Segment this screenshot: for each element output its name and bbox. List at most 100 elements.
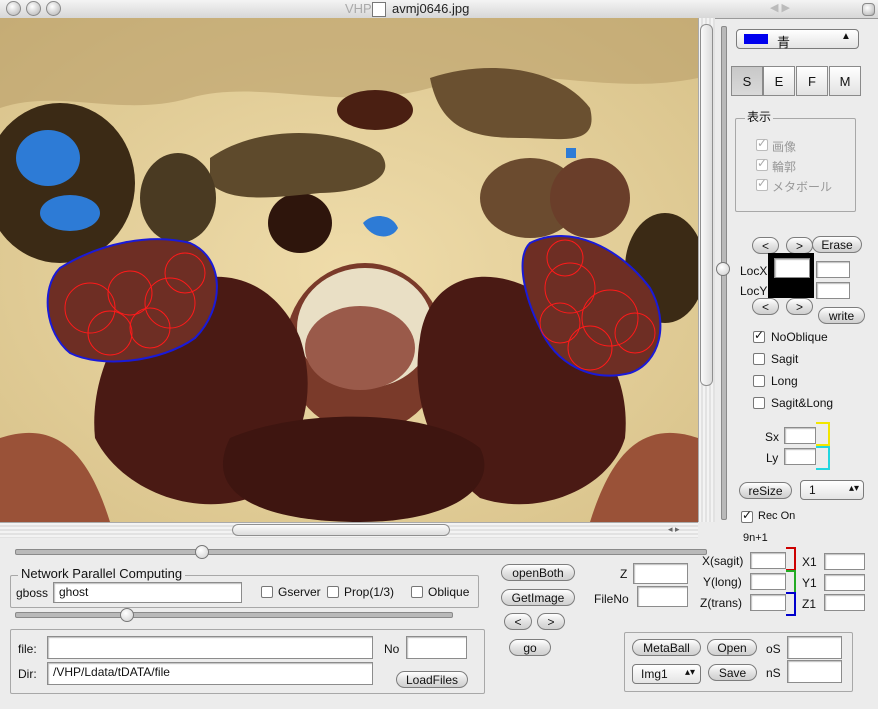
z1-field[interactable]: [824, 594, 865, 611]
network-slider-track[interactable]: [15, 612, 453, 618]
x1-field[interactable]: [824, 553, 865, 570]
checkbox-image-label: 画像: [772, 140, 797, 154]
loc-x-field[interactable]: [816, 261, 850, 278]
z-field[interactable]: [633, 563, 688, 584]
z-trans-field[interactable]: [750, 594, 786, 611]
checkbox-long[interactable]: [753, 375, 765, 387]
save-button[interactable]: Save: [708, 664, 757, 681]
checkbox-metaball[interactable]: [756, 176, 768, 191]
view-button-m[interactable]: M: [829, 66, 861, 96]
y-long-label: Y(long): [703, 575, 742, 589]
z1-label: Z1: [802, 597, 817, 611]
open-button[interactable]: Open: [707, 639, 757, 656]
sx-field[interactable]: [784, 427, 816, 444]
y1-field[interactable]: [824, 574, 865, 591]
color-select-value: 青: [777, 35, 791, 50]
ns-label: nS: [766, 666, 781, 680]
scroll-arrows-icon[interactable]: ◂ ▸: [668, 524, 680, 535]
checkbox-oblique[interactable]: [411, 586, 423, 598]
formula-label: 9n+1: [743, 532, 768, 544]
network-group-title: Network Parallel Computing: [18, 566, 186, 581]
go-button[interactable]: go: [509, 639, 551, 656]
loc-x-inner: [774, 258, 810, 278]
load-files-button[interactable]: LoadFiles: [396, 671, 468, 688]
chevron-updown-icon: ▴▾: [685, 667, 696, 678]
horizontal-scroll-thumb[interactable]: [232, 524, 450, 536]
chevron-updown-icon: ▴▾: [849, 483, 860, 494]
ly-label: Ly: [766, 451, 779, 465]
file-no-field[interactable]: [637, 586, 688, 607]
sx-bracket: [816, 422, 830, 446]
get-image-button[interactable]: GetImage: [501, 589, 575, 606]
x-sagit-bracket: [786, 547, 796, 571]
loc-prev2-button[interactable]: <: [752, 298, 779, 315]
no-field[interactable]: [406, 636, 467, 659]
checkbox-sagit-long[interactable]: [753, 397, 765, 409]
view-button-e[interactable]: E: [763, 66, 795, 96]
checkbox-sagit-long-label: Sagit&Long: [771, 396, 834, 410]
resize-select[interactable]: 1 ▴▾: [800, 480, 864, 500]
z-trans-bracket: [786, 592, 796, 616]
file-no-label: FileNo: [594, 592, 629, 606]
os-field[interactable]: [787, 636, 842, 659]
action-next-button[interactable]: >: [537, 613, 565, 630]
z-trans-label: Z(trans): [700, 596, 742, 610]
checkbox-sagit[interactable]: [753, 353, 765, 365]
checkbox-gserver-label: Gserver: [278, 585, 321, 599]
resize-button[interactable]: reSize: [739, 482, 792, 499]
checkbox-prop[interactable]: [327, 586, 339, 598]
x-sagit-field[interactable]: [750, 552, 786, 569]
checkbox-gserver[interactable]: [261, 586, 273, 598]
z-label: Z: [620, 567, 628, 581]
action-prev-button[interactable]: <: [504, 613, 532, 630]
network-slider-knob[interactable]: [120, 608, 134, 622]
view-button-f[interactable]: F: [796, 66, 828, 96]
x1-label: X1: [802, 555, 817, 569]
checkbox-image[interactable]: [756, 136, 768, 151]
window-ghost-title: VHP: [345, 1, 372, 16]
checkbox-sagit-label: Sagit: [771, 352, 799, 366]
slice-slider-knob[interactable]: [195, 545, 209, 559]
slice-slider-track[interactable]: [15, 549, 707, 555]
file-field[interactable]: [47, 636, 373, 659]
y1-label: Y1: [802, 576, 817, 590]
color-select[interactable]: 青 ▲: [736, 29, 859, 50]
loc-y-field[interactable]: [816, 282, 850, 299]
metaball-button[interactable]: MetaBall: [632, 639, 701, 656]
loc-next2-button[interactable]: >: [786, 298, 813, 315]
erase-button[interactable]: Erase: [812, 236, 862, 253]
zoom-window-button[interactable]: [46, 1, 61, 16]
minimize-window-button[interactable]: [26, 1, 41, 16]
ns-field[interactable]: [787, 660, 842, 683]
open-both-button[interactable]: openBoth: [501, 564, 575, 581]
loc-x-label: LocX: [740, 264, 768, 278]
vertical-slider-knob[interactable]: [716, 262, 730, 276]
loc-next-button[interactable]: >: [786, 237, 813, 254]
write-button[interactable]: write: [818, 307, 865, 324]
checkbox-contour-label: 輪郭: [772, 160, 797, 174]
checkbox-metaball-label: メタボール: [772, 180, 833, 194]
close-window-button[interactable]: [6, 1, 21, 16]
ly-bracket: [816, 446, 830, 470]
vertical-scroll-thumb[interactable]: [700, 24, 713, 386]
checkbox-nooblique[interactable]: [753, 328, 765, 343]
checkbox-nooblique-label: NoOblique: [771, 330, 828, 344]
y-long-bracket: [786, 570, 796, 594]
checkbox-rec-on[interactable]: [741, 508, 753, 523]
ly-field[interactable]: [784, 448, 816, 465]
img-select[interactable]: Img1 ▴▾: [632, 664, 701, 684]
x-sagit-label: X(sagit): [702, 554, 744, 568]
host-field[interactable]: ghost: [53, 582, 242, 603]
display-group-title: 表示: [745, 108, 774, 125]
checkbox-long-label: Long: [771, 374, 798, 388]
toolbar-toggle-button[interactable]: [862, 3, 875, 16]
file-label: file:: [18, 642, 37, 656]
dir-field[interactable]: /VHP/Ldata/tDATA/file: [47, 662, 373, 685]
image-viewer[interactable]: [0, 18, 698, 522]
os-label: oS: [766, 642, 781, 656]
y-long-field[interactable]: [750, 573, 786, 590]
view-button-s[interactable]: S: [731, 66, 763, 96]
checkbox-contour[interactable]: [756, 156, 768, 171]
loc-prev-button[interactable]: <: [752, 237, 779, 254]
color-swatch: [744, 34, 768, 44]
